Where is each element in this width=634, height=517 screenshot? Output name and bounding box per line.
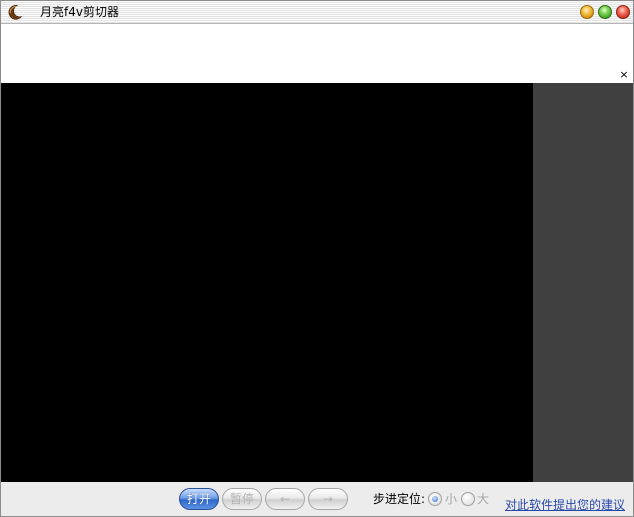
bottom-toolbar: 打开 暂停 ← → 步进定位: 小 大 对此软件提出您的建议 (1, 482, 633, 516)
side-panel (533, 83, 633, 482)
app-window: 月亮f4v剪切器 × 打开 暂停 ← → 步进定位: 小 大 对此软件提出您的建… (0, 0, 634, 517)
radio-selected-dot (432, 496, 438, 502)
step-small-radio[interactable] (428, 492, 442, 506)
banner-area: × (1, 24, 633, 83)
open-button[interactable]: 打开 (179, 488, 219, 510)
step-back-button[interactable]: ← (265, 488, 305, 510)
feedback-link[interactable]: 对此软件提出您的建议 (505, 498, 625, 512)
step-forward-button[interactable]: → (308, 488, 348, 510)
pause-button[interactable]: 暂停 (222, 488, 262, 510)
step-large-label: 大 (477, 492, 490, 506)
close-button[interactable] (616, 5, 630, 19)
step-large-radio[interactable] (461, 492, 475, 506)
minimize-button[interactable] (580, 5, 594, 19)
step-label: 步进定位: (373, 492, 426, 506)
step-small-label: 小 (445, 492, 458, 506)
crescent-moon-icon (8, 5, 23, 20)
window-title: 月亮f4v剪切器 (40, 5, 119, 19)
title-bar[interactable]: 月亮f4v剪切器 (1, 1, 633, 24)
maximize-button[interactable] (598, 5, 612, 19)
video-player[interactable] (1, 83, 533, 482)
banner-close-button[interactable]: × (618, 69, 630, 81)
